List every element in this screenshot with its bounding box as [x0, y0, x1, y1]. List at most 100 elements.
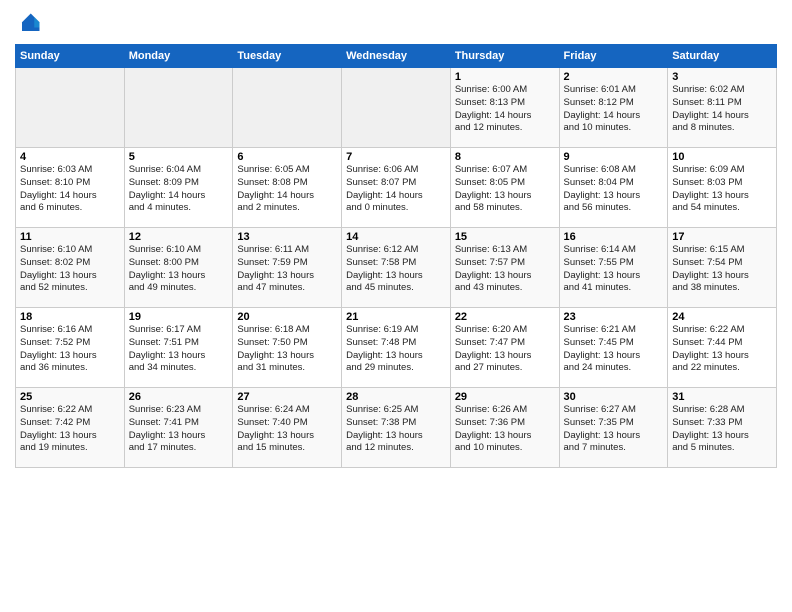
- calendar-cell: 26Sunrise: 6:23 AMSunset: 7:41 PMDayligh…: [124, 388, 233, 468]
- day-info: Sunrise: 6:08 AMSunset: 8:04 PMDaylight:…: [564, 164, 664, 215]
- calendar-cell: 4Sunrise: 6:03 AMSunset: 8:10 PMDaylight…: [16, 148, 125, 228]
- day-info: Sunrise: 6:17 AMSunset: 7:51 PMDaylight:…: [129, 324, 229, 375]
- day-info: Sunrise: 6:25 AMSunset: 7:38 PMDaylight:…: [346, 404, 446, 455]
- calendar-cell: 15Sunrise: 6:13 AMSunset: 7:57 PMDayligh…: [450, 228, 559, 308]
- calendar-cell: 19Sunrise: 6:17 AMSunset: 7:51 PMDayligh…: [124, 308, 233, 388]
- logo: [15, 10, 45, 38]
- calendar-cell: 11Sunrise: 6:10 AMSunset: 8:02 PMDayligh…: [16, 228, 125, 308]
- day-info: Sunrise: 6:27 AMSunset: 7:35 PMDaylight:…: [564, 404, 664, 455]
- day-info: Sunrise: 6:26 AMSunset: 7:36 PMDaylight:…: [455, 404, 555, 455]
- day-info: Sunrise: 6:12 AMSunset: 7:58 PMDaylight:…: [346, 244, 446, 295]
- day-number: 3: [672, 71, 772, 83]
- day-info: Sunrise: 6:10 AMSunset: 8:00 PMDaylight:…: [129, 244, 229, 295]
- day-info: Sunrise: 6:18 AMSunset: 7:50 PMDaylight:…: [237, 324, 337, 375]
- calendar-cell: 6Sunrise: 6:05 AMSunset: 8:08 PMDaylight…: [233, 148, 342, 228]
- day-info: Sunrise: 6:09 AMSunset: 8:03 PMDaylight:…: [672, 164, 772, 215]
- day-info: Sunrise: 6:14 AMSunset: 7:55 PMDaylight:…: [564, 244, 664, 295]
- day-info: Sunrise: 6:19 AMSunset: 7:48 PMDaylight:…: [346, 324, 446, 375]
- day-info: Sunrise: 6:04 AMSunset: 8:09 PMDaylight:…: [129, 164, 229, 215]
- logo-icon: [15, 10, 43, 38]
- day-info: Sunrise: 6:28 AMSunset: 7:33 PMDaylight:…: [672, 404, 772, 455]
- day-info: Sunrise: 6:10 AMSunset: 8:02 PMDaylight:…: [20, 244, 120, 295]
- page: SundayMondayTuesdayWednesdayThursdayFrid…: [0, 0, 792, 478]
- day-info: Sunrise: 6:16 AMSunset: 7:52 PMDaylight:…: [20, 324, 120, 375]
- day-number: 16: [564, 231, 664, 243]
- calendar-cell: [342, 68, 451, 148]
- day-number: 20: [237, 311, 337, 323]
- calendar-cell: 21Sunrise: 6:19 AMSunset: 7:48 PMDayligh…: [342, 308, 451, 388]
- calendar-cell: 2Sunrise: 6:01 AMSunset: 8:12 PMDaylight…: [559, 68, 668, 148]
- calendar-cell: 8Sunrise: 6:07 AMSunset: 8:05 PMDaylight…: [450, 148, 559, 228]
- day-number: 8: [455, 151, 555, 163]
- day-info: Sunrise: 6:05 AMSunset: 8:08 PMDaylight:…: [237, 164, 337, 215]
- calendar-cell: 27Sunrise: 6:24 AMSunset: 7:40 PMDayligh…: [233, 388, 342, 468]
- day-info: Sunrise: 6:02 AMSunset: 8:11 PMDaylight:…: [672, 84, 772, 135]
- day-number: 23: [564, 311, 664, 323]
- calendar-cell: [16, 68, 125, 148]
- calendar-cell: 14Sunrise: 6:12 AMSunset: 7:58 PMDayligh…: [342, 228, 451, 308]
- calendar-cell: 31Sunrise: 6:28 AMSunset: 7:33 PMDayligh…: [668, 388, 777, 468]
- day-number: 28: [346, 391, 446, 403]
- header-row: SundayMondayTuesdayWednesdayThursdayFrid…: [16, 45, 777, 68]
- day-info: Sunrise: 6:06 AMSunset: 8:07 PMDaylight:…: [346, 164, 446, 215]
- day-number: 30: [564, 391, 664, 403]
- day-number: 21: [346, 311, 446, 323]
- calendar-week: 11Sunrise: 6:10 AMSunset: 8:02 PMDayligh…: [16, 228, 777, 308]
- day-info: Sunrise: 6:22 AMSunset: 7:44 PMDaylight:…: [672, 324, 772, 375]
- calendar-week: 25Sunrise: 6:22 AMSunset: 7:42 PMDayligh…: [16, 388, 777, 468]
- day-number: 9: [564, 151, 664, 163]
- day-number: 2: [564, 71, 664, 83]
- day-header: Monday: [124, 45, 233, 68]
- day-number: 15: [455, 231, 555, 243]
- day-header: Saturday: [668, 45, 777, 68]
- day-number: 22: [455, 311, 555, 323]
- day-number: 10: [672, 151, 772, 163]
- day-number: 18: [20, 311, 120, 323]
- calendar-cell: 25Sunrise: 6:22 AMSunset: 7:42 PMDayligh…: [16, 388, 125, 468]
- calendar-cell: 17Sunrise: 6:15 AMSunset: 7:54 PMDayligh…: [668, 228, 777, 308]
- day-number: 7: [346, 151, 446, 163]
- calendar-table: SundayMondayTuesdayWednesdayThursdayFrid…: [15, 44, 777, 468]
- day-header: Friday: [559, 45, 668, 68]
- calendar-cell: 23Sunrise: 6:21 AMSunset: 7:45 PMDayligh…: [559, 308, 668, 388]
- calendar-cell: [124, 68, 233, 148]
- day-info: Sunrise: 6:21 AMSunset: 7:45 PMDaylight:…: [564, 324, 664, 375]
- calendar-header: SundayMondayTuesdayWednesdayThursdayFrid…: [16, 45, 777, 68]
- day-number: 14: [346, 231, 446, 243]
- calendar-cell: 13Sunrise: 6:11 AMSunset: 7:59 PMDayligh…: [233, 228, 342, 308]
- day-number: 17: [672, 231, 772, 243]
- day-number: 13: [237, 231, 337, 243]
- day-header: Thursday: [450, 45, 559, 68]
- day-info: Sunrise: 6:13 AMSunset: 7:57 PMDaylight:…: [455, 244, 555, 295]
- calendar-cell: 10Sunrise: 6:09 AMSunset: 8:03 PMDayligh…: [668, 148, 777, 228]
- calendar-cell: 16Sunrise: 6:14 AMSunset: 7:55 PMDayligh…: [559, 228, 668, 308]
- day-number: 12: [129, 231, 229, 243]
- calendar-cell: 3Sunrise: 6:02 AMSunset: 8:11 PMDaylight…: [668, 68, 777, 148]
- day-number: 29: [455, 391, 555, 403]
- day-info: Sunrise: 6:07 AMSunset: 8:05 PMDaylight:…: [455, 164, 555, 215]
- day-header: Tuesday: [233, 45, 342, 68]
- calendar-cell: 22Sunrise: 6:20 AMSunset: 7:47 PMDayligh…: [450, 308, 559, 388]
- calendar-cell: 28Sunrise: 6:25 AMSunset: 7:38 PMDayligh…: [342, 388, 451, 468]
- calendar-cell: 30Sunrise: 6:27 AMSunset: 7:35 PMDayligh…: [559, 388, 668, 468]
- day-number: 27: [237, 391, 337, 403]
- calendar-cell: 9Sunrise: 6:08 AMSunset: 8:04 PMDaylight…: [559, 148, 668, 228]
- calendar-cell: 7Sunrise: 6:06 AMSunset: 8:07 PMDaylight…: [342, 148, 451, 228]
- calendar-cell: 18Sunrise: 6:16 AMSunset: 7:52 PMDayligh…: [16, 308, 125, 388]
- calendar-week: 1Sunrise: 6:00 AMSunset: 8:13 PMDaylight…: [16, 68, 777, 148]
- calendar-cell: 20Sunrise: 6:18 AMSunset: 7:50 PMDayligh…: [233, 308, 342, 388]
- day-info: Sunrise: 6:15 AMSunset: 7:54 PMDaylight:…: [672, 244, 772, 295]
- day-number: 24: [672, 311, 772, 323]
- calendar-cell: [233, 68, 342, 148]
- day-info: Sunrise: 6:11 AMSunset: 7:59 PMDaylight:…: [237, 244, 337, 295]
- day-number: 11: [20, 231, 120, 243]
- day-info: Sunrise: 6:20 AMSunset: 7:47 PMDaylight:…: [455, 324, 555, 375]
- day-number: 25: [20, 391, 120, 403]
- calendar-week: 4Sunrise: 6:03 AMSunset: 8:10 PMDaylight…: [16, 148, 777, 228]
- day-info: Sunrise: 6:23 AMSunset: 7:41 PMDaylight:…: [129, 404, 229, 455]
- day-header: Sunday: [16, 45, 125, 68]
- calendar-body: 1Sunrise: 6:00 AMSunset: 8:13 PMDaylight…: [16, 68, 777, 468]
- day-number: 31: [672, 391, 772, 403]
- calendar-week: 18Sunrise: 6:16 AMSunset: 7:52 PMDayligh…: [16, 308, 777, 388]
- calendar-cell: 29Sunrise: 6:26 AMSunset: 7:36 PMDayligh…: [450, 388, 559, 468]
